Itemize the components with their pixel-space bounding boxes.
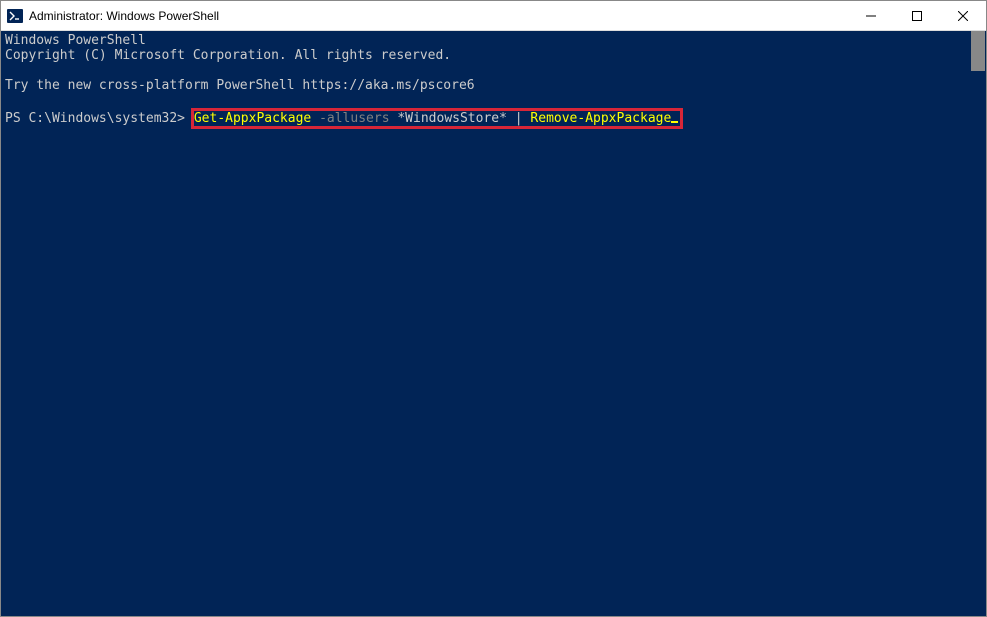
console-area: Windows PowerShell Copyright (C) Microso… (1, 31, 986, 616)
close-button[interactable] (940, 1, 986, 30)
maximize-button[interactable] (894, 1, 940, 30)
command-highlight: Get-AppxPackage -allusers *WindowsStore*… (191, 108, 683, 129)
scrollbar-thumb[interactable] (971, 31, 985, 71)
cmd-flag-allusers: -allusers (311, 111, 389, 126)
prompt: PS C:\Windows\system32> (5, 111, 193, 126)
cmd-arg-windowsstore: *WindowsStore* (390, 111, 507, 126)
window-controls (848, 1, 986, 30)
cmd-remove-appxpackage: Remove-AppxPackage (523, 111, 672, 126)
cmd-get-appxpackage: Get-AppxPackage (194, 111, 311, 126)
vertical-scrollbar[interactable] (970, 31, 986, 616)
banner-line-1: Windows PowerShell (5, 33, 146, 48)
titlebar[interactable]: Administrator: Windows PowerShell (1, 1, 986, 31)
console-output[interactable]: Windows PowerShell Copyright (C) Microso… (1, 31, 970, 616)
text-cursor (671, 121, 678, 123)
banner-line-2: Copyright (C) Microsoft Corporation. All… (5, 48, 451, 63)
powershell-window: Administrator: Windows PowerShell Window… (0, 0, 987, 617)
banner-line-3: Try the new cross-platform PowerShell ht… (5, 78, 475, 93)
cmd-pipe: | (507, 111, 523, 126)
window-title: Administrator: Windows PowerShell (29, 9, 848, 23)
minimize-button[interactable] (848, 1, 894, 30)
powershell-icon (7, 8, 23, 24)
